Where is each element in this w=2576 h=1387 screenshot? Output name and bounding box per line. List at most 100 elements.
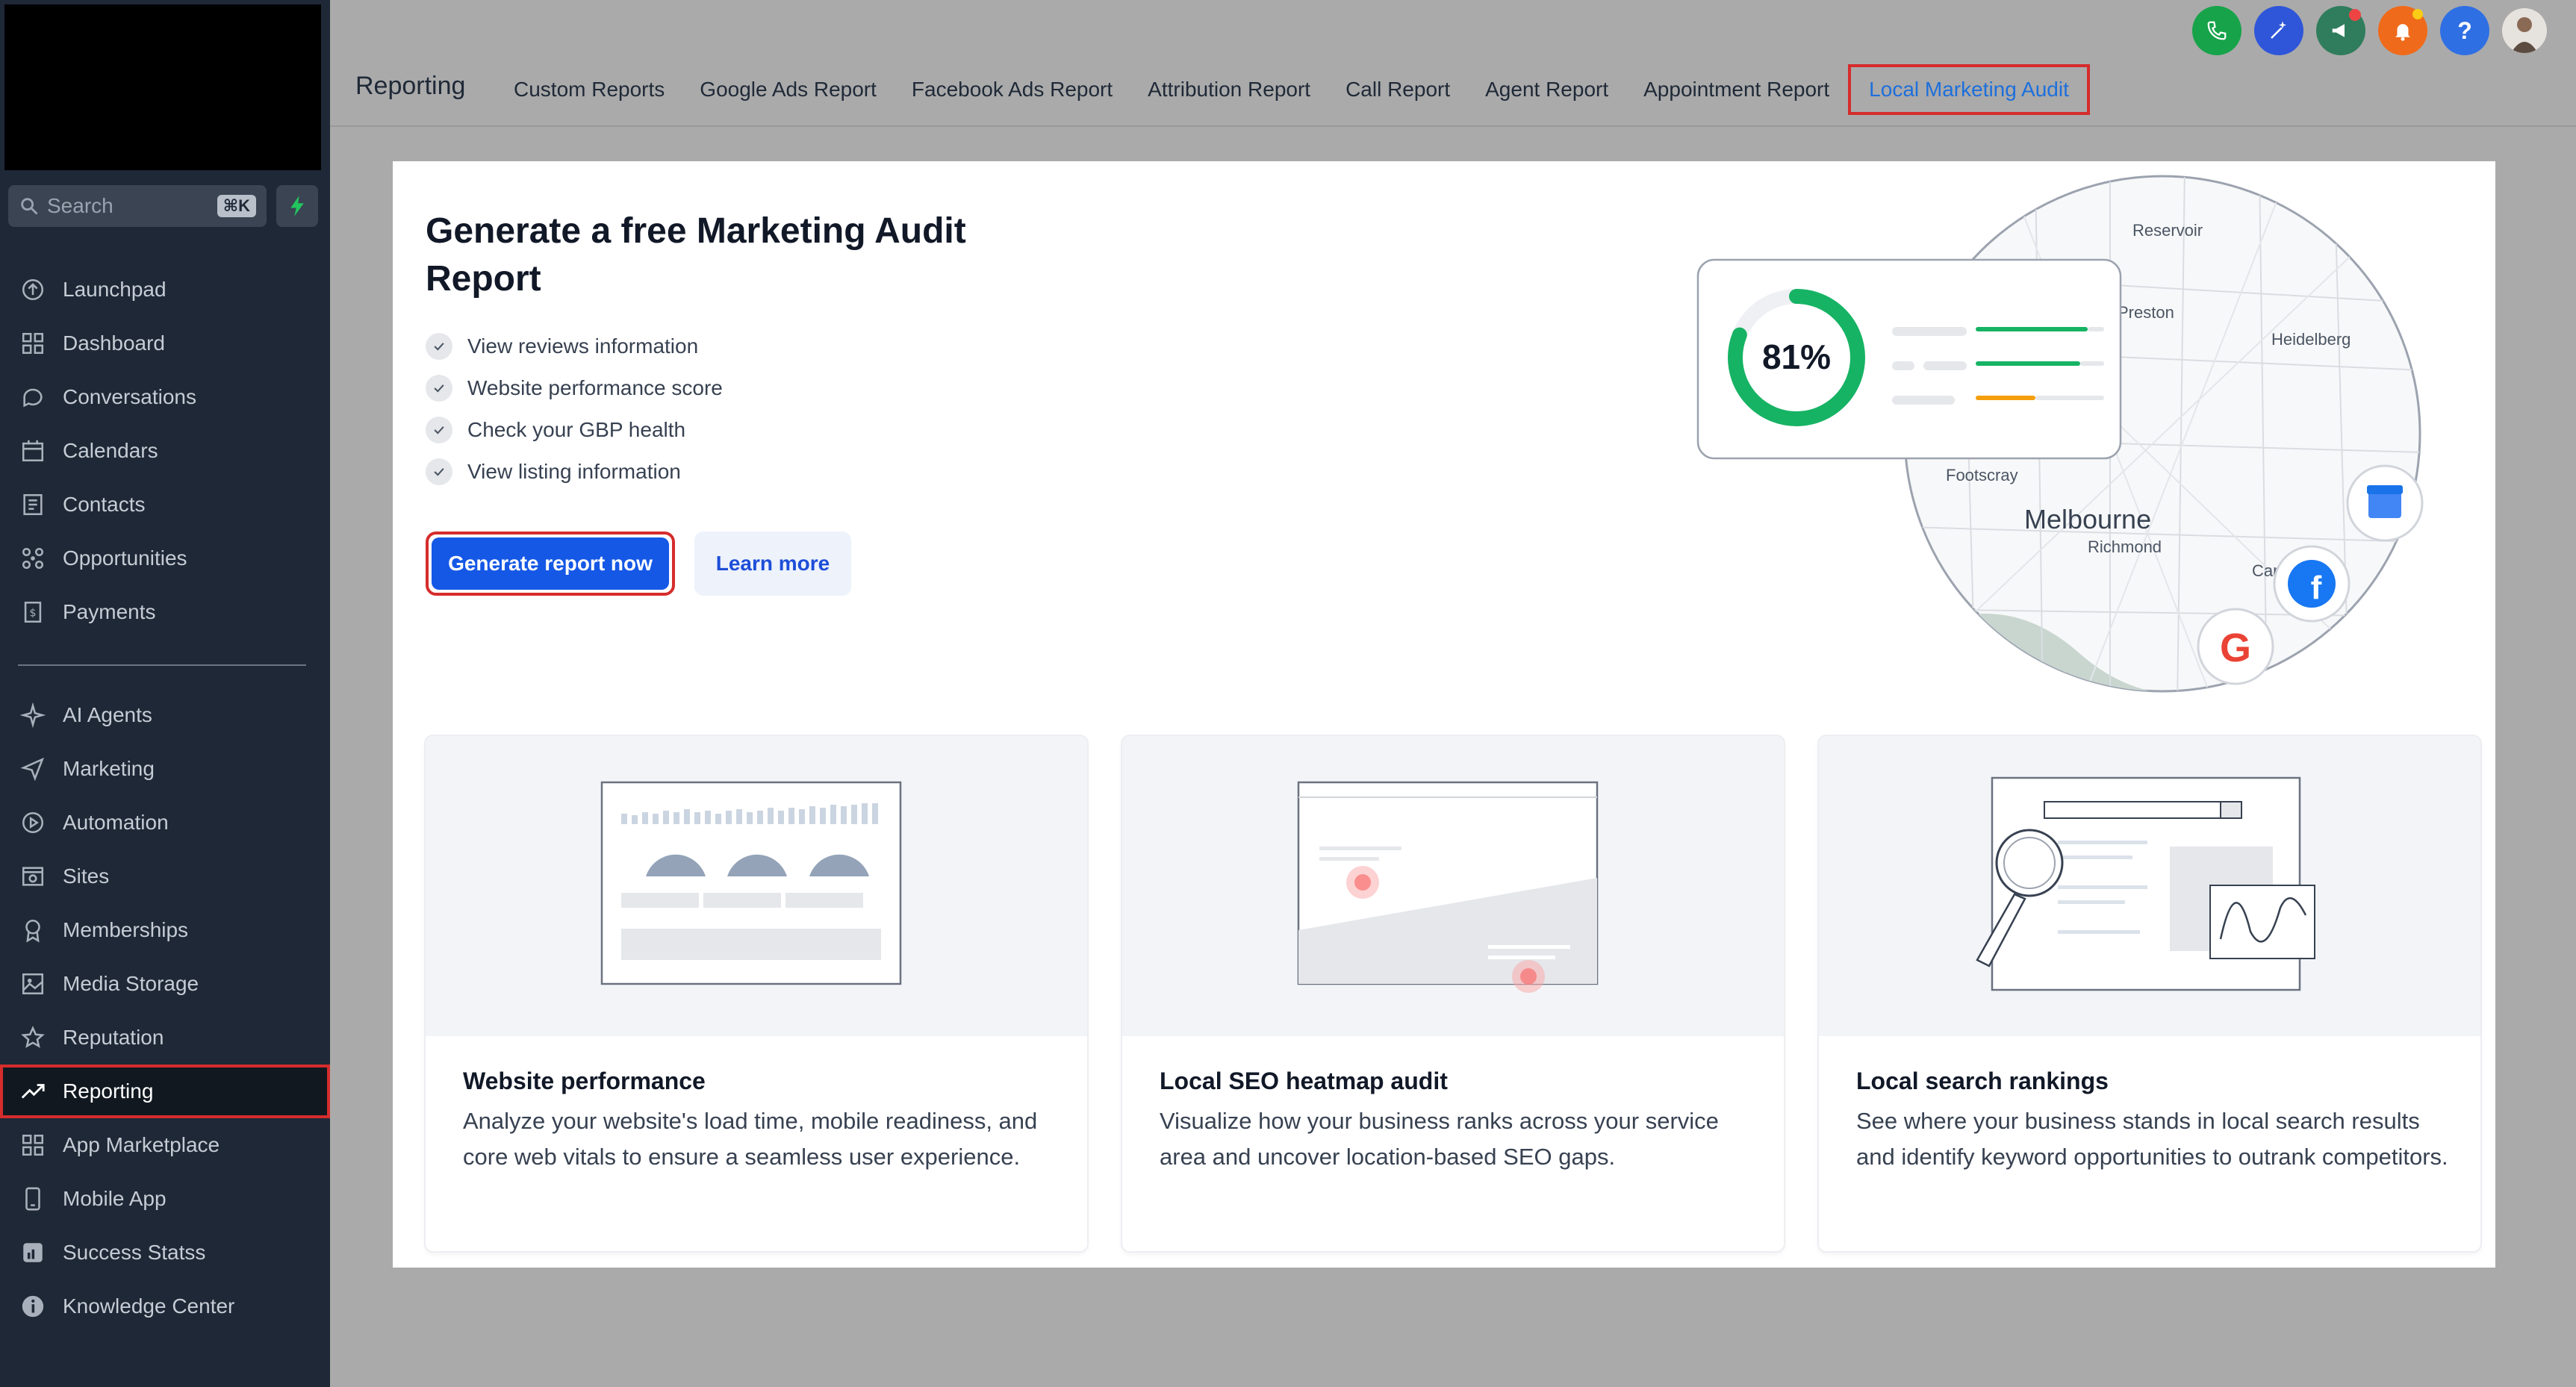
question-icon: ? [2457, 17, 2472, 45]
checklist-item: Check your GBP health [426, 409, 723, 451]
sidebar-item-label: Reporting [63, 1079, 153, 1103]
check-icon [426, 333, 452, 360]
sidebar-item-label: Sites [63, 864, 109, 888]
sidebar-item-conversations[interactable]: Conversations [0, 370, 330, 424]
checklist-item: Website performance score [426, 367, 723, 409]
badge-icon [18, 915, 48, 945]
star-icon [18, 1023, 48, 1053]
sidebar-item-label: Automation [63, 811, 169, 835]
avatar[interactable] [2502, 8, 2547, 53]
sidebar-item-launchpad[interactable]: Launchpad [0, 263, 330, 317]
search-rankings-illustration [1819, 736, 2480, 1036]
sparkle-icon [18, 700, 48, 730]
sidebar-item-label: Mobile App [63, 1187, 167, 1211]
feature-card-local-search-rankings: Local search rankings See where your bus… [1819, 736, 2480, 1251]
generate-report-label: Generate report now [432, 537, 669, 590]
sidebar-item-knowledge-center[interactable]: Knowledge Center [0, 1280, 330, 1333]
hero-title: Generate a free Marketing Audit Report [426, 208, 1008, 303]
opportunities-icon [18, 543, 48, 573]
tab-google-ads-report[interactable]: Google Ads Report [700, 78, 877, 102]
notifications-button[interactable] [2378, 6, 2427, 55]
checklist-label: Check your GBP health [467, 418, 685, 442]
stats-icon [18, 1238, 48, 1268]
map-label: Reservoir [2132, 221, 2203, 240]
announcements-button[interactable] [2316, 6, 2365, 55]
sidebar-item-ai-agents[interactable]: AI Agents [0, 688, 330, 742]
tab-call-report[interactable]: Call Report [1345, 78, 1450, 102]
tab-custom-reports[interactable]: Custom Reports [514, 78, 665, 102]
feature-title: Website performance [463, 1067, 706, 1095]
audit-map-illustration: Reservoir Preston Heidelberg Footscray M… [1692, 169, 2439, 706]
info-icon [18, 1291, 48, 1321]
sidebar-item-app-marketplace[interactable]: App Marketplace [0, 1118, 330, 1172]
checklist-item: View listing information [426, 451, 723, 493]
map-label: Preston [2118, 303, 2174, 322]
sidebar-nav-top: Launchpad Dashboard Conversations Calend… [0, 263, 330, 639]
sidebar-item-opportunities[interactable]: Opportunities [0, 532, 330, 585]
sidebar-item-payments[interactable]: $ Payments [0, 585, 330, 639]
sidebar-item-reputation[interactable]: Reputation [0, 1011, 330, 1065]
search-shortcut: ⌘K [217, 195, 256, 217]
payments-icon: $ [18, 597, 48, 627]
sidebar-item-label: Contacts [63, 493, 146, 517]
sidebar-item-label: Opportunities [63, 546, 187, 570]
ai-assist-button[interactable] [2254, 6, 2303, 55]
check-icon [426, 417, 452, 443]
header-divider [330, 125, 2576, 127]
learn-more-button[interactable]: Learn more [694, 532, 851, 596]
tab-facebook-ads-report[interactable]: Facebook Ads Report [912, 78, 1113, 102]
bell-icon [2392, 19, 2414, 42]
sidebar-item-marketing[interactable]: Marketing [0, 742, 330, 796]
sidebar-item-label: Payments [63, 600, 156, 624]
search-icon [19, 196, 40, 216]
sidebar-item-label: Launchpad [63, 278, 167, 302]
map-label: Richmond [2088, 537, 2162, 556]
company-logo[interactable] [4, 4, 321, 170]
feature-description: Visualize how your business ranks across… [1160, 1103, 1757, 1175]
trend-icon [18, 1076, 48, 1106]
generate-report-button[interactable]: Generate report now [426, 532, 675, 596]
sidebar-item-label: App Marketplace [63, 1133, 220, 1157]
megaphone-icon [2330, 19, 2352, 42]
sidebar-item-memberships[interactable]: Memberships [0, 903, 330, 957]
sidebar-item-label: AI Agents [63, 703, 152, 727]
sidebar-item-dashboard[interactable]: Dashboard [0, 317, 330, 370]
help-button[interactable]: ? [2440, 6, 2489, 55]
phone-button[interactable] [2192, 6, 2241, 55]
sites-icon [18, 861, 48, 891]
checklist-label: Website performance score [467, 376, 723, 400]
svg-text:f: f [2311, 570, 2322, 606]
sidebar-item-success-stats[interactable]: Success Statss [0, 1226, 330, 1280]
notification-dot [2412, 9, 2423, 19]
tab-agent-report[interactable]: Agent Report [1485, 78, 1608, 102]
feature-description: Analyze your website's load time, mobile… [463, 1103, 1060, 1175]
notification-dot [2349, 9, 2361, 21]
heatmap-illustration [1122, 736, 1784, 1036]
sidebar-item-sites[interactable]: Sites [0, 850, 330, 903]
sidebar-item-reporting[interactable]: Reporting [0, 1065, 330, 1118]
checklist-label: View reviews information [467, 334, 698, 358]
sidebar-item-contacts[interactable]: Contacts [0, 478, 330, 532]
feature-title: Local search rankings [1856, 1067, 2109, 1095]
sidebar-item-label: Knowledge Center [63, 1294, 234, 1318]
svg-text:G: G [2220, 626, 2251, 670]
quick-action-button[interactable] [276, 185, 318, 227]
search-placeholder: Search [47, 194, 113, 218]
svg-text:$: $ [29, 608, 36, 620]
map-label: Footscray [1946, 466, 2018, 484]
sidebar-item-mobile-app[interactable]: Mobile App [0, 1172, 330, 1226]
tab-appointment-report[interactable]: Appointment Report [1643, 78, 1829, 102]
sidebar-item-media-storage[interactable]: Media Storage [0, 957, 330, 1011]
tab-attribution-report[interactable]: Attribution Report [1148, 78, 1310, 102]
score-value: 81% [1762, 337, 1831, 376]
header-actions: ? [2192, 6, 2547, 55]
sidebar-item-automation[interactable]: Automation [0, 796, 330, 850]
sidebar-item-label: Marketing [63, 757, 155, 781]
checklist-label: View listing information [467, 460, 681, 484]
search-input[interactable]: Search ⌘K [8, 185, 267, 227]
checklist-item: View reviews information [426, 325, 723, 367]
calendar-icon [18, 436, 48, 466]
tab-local-marketing-audit[interactable]: Local Marketing Audit [1848, 64, 2090, 115]
grid-icon [18, 1130, 48, 1160]
sidebar-item-calendars[interactable]: Calendars [0, 424, 330, 478]
